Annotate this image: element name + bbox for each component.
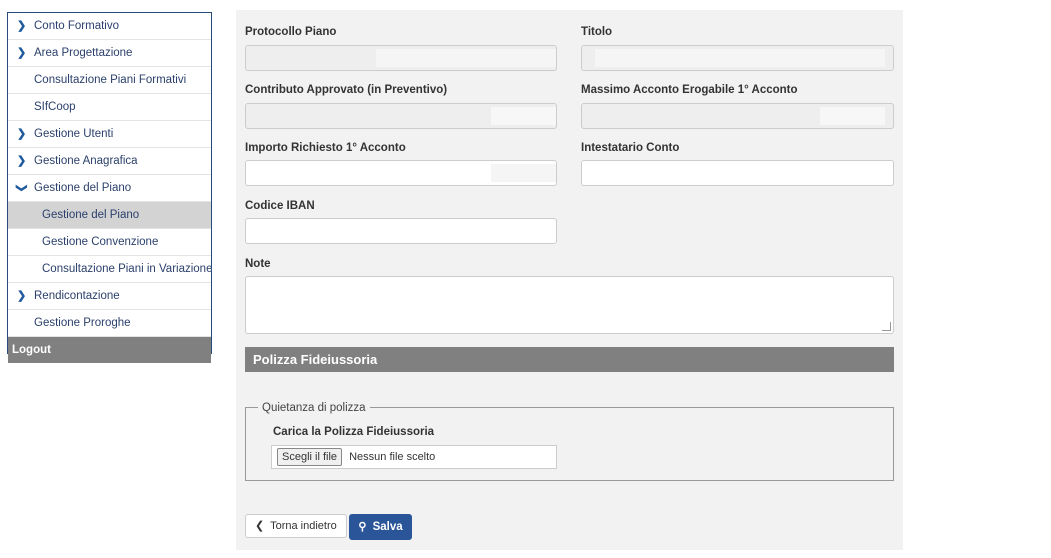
sidebar-item-label: Gestione Utenti xyxy=(34,128,114,140)
search-icon: ⚲ xyxy=(358,521,367,533)
massimo-field[interactable] xyxy=(581,103,894,129)
logout-label: Logout xyxy=(12,344,51,356)
quietanza-fieldset xyxy=(245,407,894,481)
sidebar-item-sifcoop[interactable]: SIfCoop xyxy=(8,94,211,121)
importo-label: Importo Richiesto 1° Acconto xyxy=(245,142,406,154)
sidebar-subitem-consultazione-variazione[interactable]: Consultazione Piani in Variazione xyxy=(8,256,211,283)
sidebar-item-consultazione-piani[interactable]: Consultazione Piani Formativi xyxy=(8,67,211,94)
redaction-mask xyxy=(491,107,556,125)
note-textarea[interactable] xyxy=(245,276,894,334)
form-panel: Protocollo Piano Titolo Contributo Appro… xyxy=(236,10,903,550)
redaction-mask xyxy=(376,49,556,67)
sidebar-item-label: Gestione del Piano xyxy=(34,182,132,194)
intestatario-label: Intestatario Conto xyxy=(581,142,680,154)
iban-label: Codice IBAN xyxy=(245,200,315,212)
intestatario-input[interactable] xyxy=(581,160,894,186)
sidebar-item-label: SIfCoop xyxy=(34,101,76,113)
note-label: Note xyxy=(245,258,271,270)
quietanza-legend: Quietanza di polizza xyxy=(258,402,370,414)
file-upload-input[interactable]: Scegli il file Nessun file scelto xyxy=(271,445,557,469)
chevron-right-icon: ❯ xyxy=(17,290,27,302)
sidebar-item-gestione-del-piano[interactable]: ❯ Gestione del Piano xyxy=(8,175,211,202)
no-file-text: Nessun file scelto xyxy=(349,451,436,464)
sidebar-item-label: Area Progettazione xyxy=(34,47,133,59)
sidebar-subitem-gestione-convenzione[interactable]: Gestione Convenzione xyxy=(8,229,211,256)
sidebar-item-label: Gestione Proroghe xyxy=(34,317,131,329)
polizza-section-header: Polizza Fideiussoria xyxy=(245,347,894,372)
save-label: Salva xyxy=(372,521,403,533)
sidebar-subitem-gestione-del-piano[interactable]: Gestione del Piano xyxy=(8,202,211,229)
chevron-right-icon: ❯ xyxy=(17,20,27,32)
back-button[interactable]: ❮ Torna indietro xyxy=(245,514,347,538)
iban-input[interactable] xyxy=(245,218,557,244)
massimo-label: Massimo Acconto Erogabile 1° Acconto xyxy=(581,84,798,96)
resize-handle-icon[interactable] xyxy=(882,322,891,331)
chevron-right-icon: ❯ xyxy=(17,128,27,140)
sidebar-item-label: Consultazione Piani Formativi xyxy=(34,74,187,86)
sidebar-item-label: Gestione Convenzione xyxy=(42,236,159,248)
sidebar-item-area-progettazione[interactable]: ❯ Area Progettazione xyxy=(8,40,211,67)
contributo-label: Contributo Approvato (in Preventivo) xyxy=(245,84,448,96)
redaction-mask xyxy=(820,107,885,125)
sidebar-item-gestione-utenti[interactable]: ❯ Gestione Utenti xyxy=(8,121,211,148)
sidebar-item-label: Consultazione Piani in Variazione xyxy=(42,263,211,275)
chevron-right-icon: ❯ xyxy=(17,155,27,167)
sidebar-item-label: Gestione Anagrafica xyxy=(34,155,138,167)
titolo-label: Titolo xyxy=(581,26,613,38)
back-label: Torna indietro xyxy=(270,520,337,532)
sidebar-item-gestione-proroghe[interactable]: Gestione Proroghe xyxy=(8,310,211,337)
titolo-field[interactable] xyxy=(581,45,894,71)
redaction-mask xyxy=(491,164,556,182)
protocollo-field[interactable] xyxy=(245,45,557,71)
importo-input[interactable] xyxy=(245,160,557,186)
sidebar-item-label: Conto Formativo xyxy=(34,20,120,32)
sidebar-menu: ❯ Conto Formativo ❯ Area Progettazione C… xyxy=(7,12,212,363)
contributo-field[interactable] xyxy=(245,103,557,129)
sidebar-item-label: Gestione del Piano xyxy=(42,209,140,221)
upload-label: Carica la Polizza Fideiussoria xyxy=(273,426,435,438)
save-button[interactable]: ⚲ Salva xyxy=(349,514,412,540)
sidebar-item-gestione-anagrafica[interactable]: ❯ Gestione Anagrafica xyxy=(8,148,211,175)
chevron-right-icon: ❯ xyxy=(17,47,27,59)
protocollo-label: Protocollo Piano xyxy=(245,26,337,38)
sidebar-item-conto-formativo[interactable]: ❯ Conto Formativo xyxy=(8,13,211,40)
chevron-down-icon: ❯ xyxy=(15,183,28,193)
choose-file-button[interactable]: Scegli il file xyxy=(277,448,343,467)
sidebar-item-rendicontazione[interactable]: ❯ Rendicontazione xyxy=(8,283,211,310)
logout-button[interactable]: Logout xyxy=(8,337,211,363)
redaction-mask xyxy=(595,49,885,67)
sidebar-item-label: Rendicontazione xyxy=(34,290,120,302)
chevron-left-icon: ❮ xyxy=(255,520,265,532)
